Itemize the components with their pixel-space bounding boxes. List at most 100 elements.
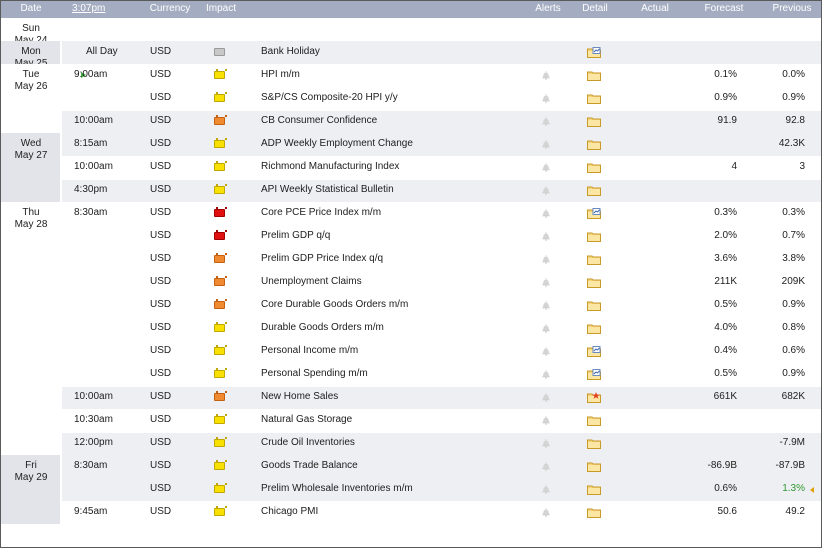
alert-bell-icon[interactable] <box>541 300 551 310</box>
table-row[interactable]: 4:30pm USD API Weekly Statistical Bulletin <box>62 179 821 202</box>
impact-medium-icon <box>214 276 227 286</box>
event-title[interactable]: Prelim GDP Price Index q/q <box>261 253 383 264</box>
row-divider <box>62 432 821 433</box>
event-title[interactable]: Natural Gas Storage <box>261 414 352 425</box>
event-title[interactable]: ADP Weekly Employment Change <box>261 138 413 149</box>
table-row[interactable]: 10:00am USD New Home Sales 661K 682K <box>62 386 821 409</box>
impact-high-icon <box>214 207 227 217</box>
table-row[interactable]: USD Prelim GDP Price Index q/q 3.6% 3.8% <box>62 248 821 271</box>
alert-bell-icon[interactable] <box>541 139 551 149</box>
alert-bell-icon[interactable] <box>541 415 551 425</box>
folder-icon[interactable] <box>587 185 601 196</box>
event-previous: 42.3K <box>778 138 805 149</box>
event-title[interactable]: Goods Trade Balance <box>261 460 358 471</box>
folder-icon[interactable] <box>587 507 601 518</box>
alert-bell-icon[interactable] <box>541 346 551 356</box>
table-row[interactable]: USD Core Durable Goods Orders m/m 0.5% 0.9% <box>62 294 821 317</box>
folder-icon[interactable] <box>587 415 601 426</box>
event-title[interactable]: Bank Holiday <box>261 46 320 57</box>
event-title[interactable]: Personal Spending m/m <box>261 368 368 379</box>
alert-bell-icon[interactable] <box>541 254 551 264</box>
folder-star-icon[interactable] <box>587 392 601 403</box>
alert-bell-icon[interactable] <box>541 162 551 172</box>
row-divider <box>62 386 821 387</box>
alert-bell-icon[interactable] <box>541 70 551 80</box>
folder-icon[interactable] <box>587 277 601 288</box>
table-row[interactable]: USD Prelim GDP q/q 2.0% 0.7% <box>62 225 821 248</box>
table-row[interactable]: USD Durable Goods Orders m/m 4.0% 0.8% <box>62 317 821 340</box>
event-title[interactable]: S&P/CS Composite-20 HPI y/y <box>261 92 398 103</box>
alert-bell-icon[interactable] <box>541 116 551 126</box>
alert-bell-icon[interactable] <box>541 507 551 517</box>
impact-low-icon <box>214 69 227 79</box>
alerts-column-header: Alerts <box>535 3 561 14</box>
folder-chart-icon[interactable] <box>587 47 601 58</box>
folder-icon[interactable] <box>587 254 601 265</box>
folder-icon[interactable] <box>587 438 601 449</box>
impact-low-icon <box>214 92 227 102</box>
current-time-link[interactable]: 3:07pm <box>72 3 132 14</box>
folder-icon[interactable] <box>587 70 601 81</box>
table-row[interactable]: USD S&P/CS Composite-20 HPI y/y 0.9% 0.9% <box>62 87 821 110</box>
table-row[interactable]: 12:00pm USD Crude Oil Inventories -7.9M <box>62 432 821 455</box>
event-forecast: 0.1% <box>714 69 737 80</box>
table-row[interactable]: 8:30am USD Goods Trade Balance -86.9B -87.9B <box>62 455 821 478</box>
alert-bell-icon[interactable] <box>541 93 551 103</box>
table-row[interactable]: USD Unemployment Claims 211K 209K <box>62 271 821 294</box>
event-title[interactable]: New Home Sales <box>261 391 338 402</box>
table-row[interactable]: 9:00am USD HPI m/m 0.1% 0.0% <box>62 64 821 87</box>
event-forecast: 91.9 <box>717 115 737 126</box>
folder-icon[interactable] <box>587 139 601 150</box>
alert-bell-icon[interactable] <box>541 461 551 471</box>
folder-icon[interactable] <box>587 461 601 472</box>
folder-icon[interactable] <box>587 93 601 104</box>
alert-bell-icon[interactable] <box>541 438 551 448</box>
table-row[interactable]: 10:00am USD Richmond Manufacturing Index 4 3 <box>62 156 821 179</box>
table-row[interactable]: 8:15am USD ADP Weekly Employment Change 42.… <box>62 133 821 156</box>
event-title[interactable]: Personal Income m/m <box>261 345 358 356</box>
folder-icon[interactable] <box>587 484 601 495</box>
table-row[interactable]: USD Prelim Wholesale Inventories m/m 0.6% 1… <box>62 478 821 501</box>
alert-bell-icon[interactable] <box>541 484 551 494</box>
table-row[interactable]: 9:45am USD Chicago PMI 50.6 49.2 <box>62 501 821 524</box>
impact-low-icon <box>214 368 227 378</box>
event-title[interactable]: Durable Goods Orders m/m <box>261 322 384 333</box>
alert-bell-icon[interactable] <box>541 277 551 287</box>
table-row[interactable]: 8:30am USD Core PCE Price Index m/m 0.3% 0.3… <box>62 202 821 225</box>
event-time: 8:30am <box>74 460 108 471</box>
table-row[interactable]: 10:00am USD CB Consumer Confidence 91.9 92.8 <box>62 110 821 133</box>
event-title[interactable]: Chicago PMI <box>261 506 318 517</box>
event-title[interactable]: Prelim GDP q/q <box>261 230 330 241</box>
folder-icon[interactable] <box>587 300 601 311</box>
table-row[interactable]: USD Personal Spending m/m 0.5% 0.9% <box>62 363 821 386</box>
alert-bell-icon[interactable] <box>541 323 551 333</box>
folder-chart-icon[interactable] <box>587 346 601 357</box>
table-row[interactable]: 10:30am USD Natural Gas Storage <box>62 409 821 432</box>
event-currency: USD <box>150 92 172 103</box>
day-divider <box>1 524 821 525</box>
event-title[interactable]: Prelim Wholesale Inventories m/m <box>261 483 413 494</box>
event-title[interactable]: Richmond Manufacturing Index <box>261 161 399 172</box>
folder-icon[interactable] <box>587 162 601 173</box>
table-row[interactable]: USD Personal Income m/m 0.4% 0.6% <box>62 340 821 363</box>
event-title[interactable]: Unemployment Claims <box>261 276 362 287</box>
alert-bell-icon[interactable] <box>541 231 551 241</box>
folder-icon[interactable] <box>587 231 601 242</box>
table-row[interactable]: All Day USD Bank Holiday <box>62 41 821 64</box>
event-title[interactable]: HPI m/m <box>261 69 300 80</box>
alert-bell-icon[interactable] <box>541 392 551 402</box>
impact-high-icon <box>214 230 227 240</box>
event-title[interactable]: Core PCE Price Index m/m <box>261 207 381 218</box>
event-title[interactable]: API Weekly Statistical Bulletin <box>261 184 394 195</box>
folder-chart-icon[interactable] <box>587 369 601 380</box>
event-title[interactable]: CB Consumer Confidence <box>261 115 377 126</box>
event-title[interactable]: Core Durable Goods Orders m/m <box>261 299 408 310</box>
event-title[interactable]: Crude Oil Inventories <box>261 437 355 448</box>
folder-icon[interactable] <box>587 116 601 127</box>
folder-chart-icon[interactable] <box>587 208 601 219</box>
alert-bell-icon[interactable] <box>541 369 551 379</box>
alert-bell-icon[interactable] <box>541 185 551 195</box>
folder-icon[interactable] <box>587 323 601 334</box>
event-previous: 49.2 <box>785 506 805 517</box>
alert-bell-icon[interactable] <box>541 208 551 218</box>
